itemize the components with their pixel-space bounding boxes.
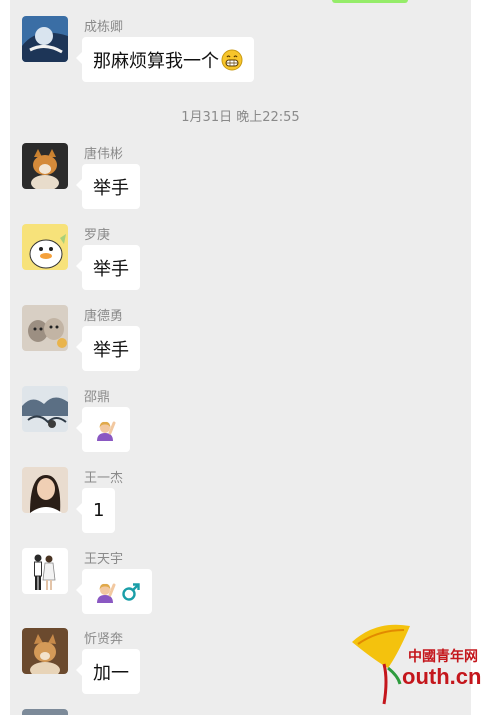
avatar[interactable] xyxy=(22,305,68,351)
watermark-cn-text: 中國青年网 xyxy=(408,649,478,665)
message-bubble[interactable]: 加一 xyxy=(76,649,140,694)
sender-name: 王天宇 xyxy=(84,552,124,567)
avatar[interactable] xyxy=(22,467,68,513)
message-text: 加一 xyxy=(93,662,129,684)
message-bubble[interactable]: 举手 xyxy=(76,245,140,290)
message-bubble[interactable]: 举手 xyxy=(76,326,140,371)
watermark-en-text: outh.cn xyxy=(402,664,482,689)
youth-cn-watermark: 中國青年网 outh.cn xyxy=(348,620,496,710)
raising-hand-woman-emoji-icon xyxy=(95,418,119,442)
grin-emoji-icon xyxy=(221,49,243,71)
avatar[interactable] xyxy=(22,628,68,674)
message-bubble[interactable]: 1 xyxy=(75,488,116,533)
message-text: 举手 xyxy=(93,339,129,361)
raising-hand-woman-emoji-icon xyxy=(95,580,119,604)
sender-name: 罗庚 xyxy=(84,228,111,243)
timestamp: 1月31日 晚上22:55 xyxy=(181,110,300,125)
message-text: 那麻烦算我一个 xyxy=(93,50,219,72)
message-bubble[interactable]: 那麻烦算我一个 xyxy=(76,37,254,82)
message-bubble[interactable] xyxy=(76,407,130,452)
avatar[interactable] xyxy=(22,548,68,594)
sender-name: 成栋卿 xyxy=(84,20,124,35)
sender-name: 王一杰 xyxy=(84,471,124,486)
sender-name: 唐德勇 xyxy=(84,309,124,324)
message-text: 1 xyxy=(93,500,105,521)
message-text: 举手 xyxy=(93,177,129,199)
male-sign-icon xyxy=(121,581,141,603)
message-bubble[interactable] xyxy=(76,569,152,614)
avatar xyxy=(22,709,68,715)
previous-message-edge xyxy=(332,0,408,3)
chat-history: 成栋卿 那麻烦算我一个 1月31日 晚上22:55 唐伟彬 举手 罗庚 举手 唐… xyxy=(10,0,471,715)
sender-name: 忻贤奔 xyxy=(84,632,124,647)
avatar[interactable] xyxy=(22,16,68,62)
avatar[interactable] xyxy=(22,143,68,189)
avatar[interactable] xyxy=(22,386,68,432)
sender-name: 邵鼎 xyxy=(84,390,111,405)
message-bubble[interactable]: 举手 xyxy=(76,164,140,209)
message-text: 举手 xyxy=(93,258,129,280)
avatar[interactable] xyxy=(22,224,68,270)
sender-name: 唐伟彬 xyxy=(84,147,124,162)
